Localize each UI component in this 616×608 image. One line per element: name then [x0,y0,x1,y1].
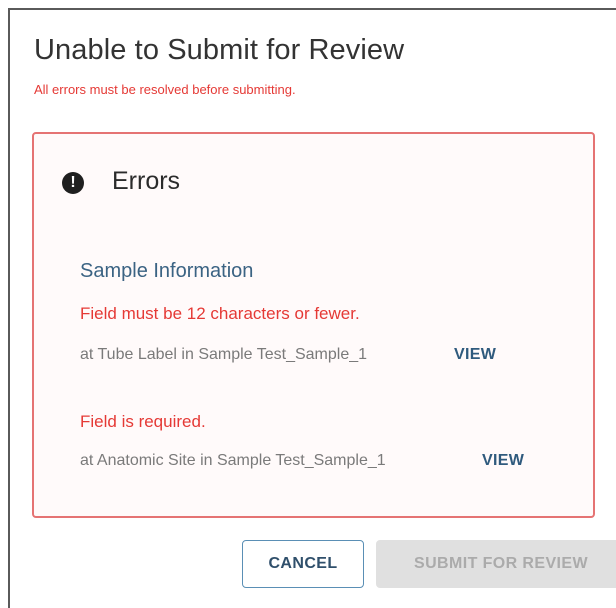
section-title-sample-information: Sample Information [80,260,254,282]
error-location: at Anatomic Site in Sample Test_Sample_1 [80,452,386,469]
view-link-anatomic-site[interactable]: VIEW [482,452,524,470]
errors-panel: ! Errors Sample Information Field must b… [32,132,595,518]
dialog-title: Unable to Submit for Review [34,34,405,66]
dialog-subtitle: All errors must be resolved before submi… [34,82,296,97]
submit-review-dialog: Unable to Submit for Review All errors m… [8,8,616,608]
error-location: at Tube Label in Sample Test_Sample_1 [80,346,368,363]
cancel-button[interactable]: CANCEL [242,540,364,588]
submit-for-review-button[interactable]: SUBMIT FOR REVIEW [376,540,616,588]
error-message: Field must be 12 characters or fewer. [80,304,360,323]
exclamation-circle-icon: ! [62,172,84,194]
error-message: Field is required. [80,412,206,431]
errors-heading: Errors [112,167,181,195]
view-link-tube-label[interactable]: VIEW [454,346,496,364]
